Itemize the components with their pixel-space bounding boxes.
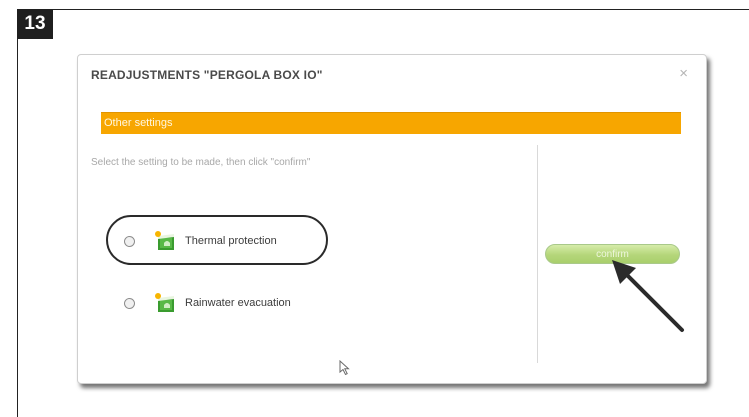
thermal-protection-radio[interactable] xyxy=(124,235,135,247)
rainwater-evacuation-radio[interactable] xyxy=(124,297,135,309)
thermal-protection-label: Thermal protection xyxy=(185,235,277,247)
rainwater-evacuation-icon xyxy=(155,293,175,313)
section-title: Other settings xyxy=(104,117,173,129)
step-number-badge: 13 xyxy=(17,9,53,39)
thermal-protection-icon xyxy=(155,231,175,251)
frame-left-border xyxy=(17,38,18,417)
section-header-bar: Other settings xyxy=(101,112,681,134)
dialog-title: READJUSTMENTS "PERGOLA BOX IO" xyxy=(91,68,323,82)
mouse-cursor-icon xyxy=(339,360,350,376)
rainwater-evacuation-label: Rainwater evacuation xyxy=(185,297,291,309)
option-thermal-protection[interactable]: Thermal protection xyxy=(124,230,277,252)
instruction-text: Select the setting to be made, then clic… xyxy=(91,157,311,168)
panel-divider xyxy=(537,145,538,363)
close-icon[interactable]: × xyxy=(679,66,688,81)
callout-arrow-icon xyxy=(612,260,684,332)
frame-top-border xyxy=(40,9,749,10)
option-rainwater-evacuation[interactable]: Rainwater evacuation xyxy=(124,292,291,314)
